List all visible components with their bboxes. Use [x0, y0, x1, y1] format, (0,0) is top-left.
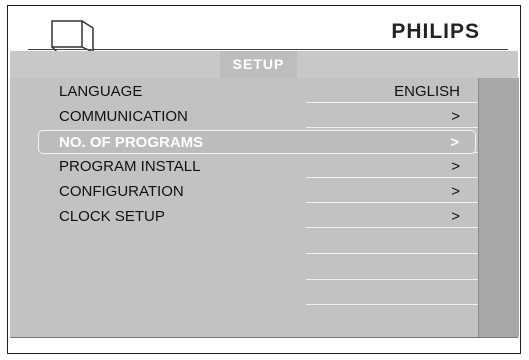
menu-panel: LANGUAGE ENGLISH COMMUNICATION > NO. OF … [10, 78, 519, 337]
menu-item-value: > [451, 108, 460, 125]
row-separator [306, 253, 478, 254]
menu-title: SETUP [220, 51, 297, 78]
menu-item-label: LANGUAGE [59, 83, 143, 100]
menu-item-value: ENGLISH [394, 83, 460, 100]
menu-item-communication[interactable]: COMMUNICATION > [42, 105, 476, 129]
menu-item-value: > [451, 183, 460, 200]
header-divider [28, 49, 508, 50]
menu-item-clock-setup[interactable]: CLOCK SETUP > [42, 205, 476, 229]
menu-item-program-install[interactable]: PROGRAM INSTALL > [42, 155, 476, 179]
menu-item-value: > [450, 134, 459, 151]
menu-item-language[interactable]: LANGUAGE ENGLISH [42, 80, 476, 104]
brand-logo: PHILIPS [391, 20, 480, 43]
menu-item-label: NO. OF PROGRAMS [59, 134, 204, 151]
row-separator [306, 304, 478, 305]
footer-divider [10, 337, 518, 338]
menu-item-label: CONFIGURATION [59, 183, 184, 200]
menu-item-label: CLOCK SETUP [59, 208, 165, 225]
menu-item-label: PROGRAM INSTALL [59, 158, 201, 175]
menu-title-bar: SETUP [10, 51, 518, 78]
row-separator [306, 279, 478, 280]
menu-item-value: > [451, 208, 460, 225]
menu-item-configuration[interactable]: CONFIGURATION > [42, 180, 476, 204]
menu-item-no-of-programs[interactable]: NO. OF PROGRAMS > [38, 130, 476, 154]
menu-item-value: > [451, 158, 460, 175]
side-panel [478, 78, 519, 337]
menu-item-label: COMMUNICATION [59, 108, 188, 125]
tv-osd-frame: PHILIPS SETUP LANGUAGE ENGLISH COMMUNICA… [7, 5, 521, 354]
